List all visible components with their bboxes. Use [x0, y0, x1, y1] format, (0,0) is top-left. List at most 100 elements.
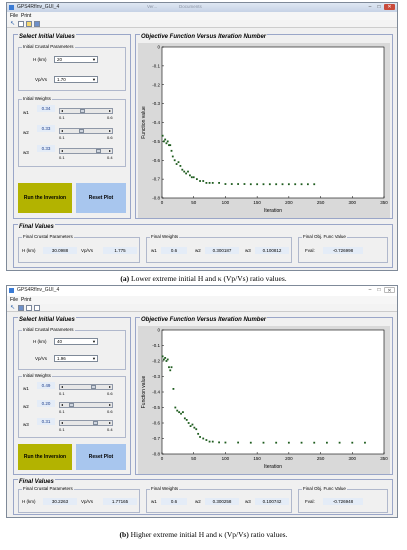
data-point — [313, 183, 316, 186]
slider-thumb[interactable] — [96, 149, 101, 153]
save-icon[interactable] — [34, 21, 40, 27]
matlab-app-icon — [9, 288, 14, 293]
taskbar-tab[interactable]: Ver... — [147, 4, 157, 9]
chevron-down-icon: ▼ — [92, 339, 96, 344]
arrow-left-icon[interactable]: ◂ — [61, 128, 63, 134]
vpvs-dropdown[interactable]: 1.70 ▼ — [54, 76, 98, 83]
data-point — [306, 183, 309, 186]
arrow-right-icon[interactable]: ▸ — [109, 384, 111, 390]
menu-file[interactable]: File — [10, 297, 18, 303]
minimize-button[interactable]: – — [366, 287, 374, 293]
reset-plot-button[interactable]: Reset Plot — [76, 444, 126, 470]
slider-thumb[interactable] — [80, 109, 85, 113]
h-dropdown[interactable]: 20 ▼ — [54, 56, 98, 63]
w1-slider[interactable]: ◂ ▸ — [59, 384, 113, 390]
w2-max: 0.6 — [107, 135, 113, 140]
slider-thumb[interactable] — [93, 421, 98, 425]
vpvs-dropdown[interactable]: 1.96 ▼ — [54, 355, 98, 362]
caption-b: (b) Higher extreme initial H and κ (Vp/V… — [0, 530, 407, 539]
close-button[interactable]: ✕ — [384, 287, 395, 294]
menu-print[interactable]: Print — [21, 297, 31, 303]
h-dropdown[interactable]: 40 ▼ — [54, 338, 98, 345]
arrow-left-icon[interactable]: ◂ — [61, 148, 63, 154]
pointer-tool-icon[interactable]: ↖ — [10, 21, 16, 27]
vpvs-label: Vp/Vs — [35, 356, 48, 361]
w2-slider[interactable]: ◂ ▸ — [59, 128, 113, 134]
reset-plot-button[interactable]: Reset Plot — [76, 183, 126, 213]
data-point — [287, 441, 290, 444]
y-tick-label: -0.5 — [152, 405, 160, 410]
final-weights-group: Final Weights w1 0.6 w2 0.300258 w3 0.10… — [146, 486, 292, 513]
final-weights-group: Final Weights w1 0.6 w2 0.300187 w3 0.10… — [146, 234, 292, 263]
taskbar-tab[interactable]: Documents — [179, 4, 202, 9]
fval-label: Fval: — [305, 248, 315, 253]
x-tick-label: 150 — [253, 200, 261, 205]
copy-icon[interactable] — [34, 305, 40, 311]
data-point — [165, 360, 168, 362]
open-folder-icon[interactable] — [26, 21, 32, 27]
w2-min: 0.1 — [59, 409, 65, 414]
final-vpvs-value: 1.775 — [103, 247, 137, 254]
w1-value: 0.49 — [37, 382, 55, 389]
w2-label: w2 — [23, 404, 29, 409]
w1-slider[interactable]: ◂ ▸ — [59, 108, 113, 114]
slider-thumb[interactable] — [91, 385, 96, 389]
final-values-panel: Final Values Final Crustal Parameters H … — [13, 479, 393, 515]
arrow-right-icon[interactable]: ▸ — [109, 402, 111, 408]
h-label: H (km) — [33, 339, 47, 344]
new-file-icon[interactable] — [26, 305, 32, 311]
data-point — [275, 441, 278, 444]
final-h-value: 30.0988 — [43, 247, 77, 254]
arrow-left-icon[interactable]: ◂ — [61, 402, 63, 408]
w3-min: 0.1 — [59, 427, 65, 432]
w3-value: 0.31 — [37, 418, 55, 425]
y-tick-label: -0.7 — [152, 436, 160, 441]
group-title: Final Weights — [150, 234, 180, 239]
arrow-right-icon[interactable]: ▸ — [109, 420, 111, 426]
data-point — [169, 144, 172, 147]
maximize-button[interactable]: □ — [375, 4, 383, 10]
arrow-right-icon[interactable]: ▸ — [109, 128, 111, 134]
w3-slider[interactable]: ◂ ▸ — [59, 420, 113, 426]
y-tick-label: -0.1 — [152, 63, 160, 68]
final-values-panel: Final Values Final Crustal Parameters H … — [13, 224, 393, 268]
data-point — [185, 419, 188, 421]
data-point — [165, 142, 168, 145]
data-point — [338, 441, 341, 444]
data-point — [205, 439, 208, 441]
pointer-tool-icon[interactable]: ↖ — [10, 305, 16, 311]
data-point — [183, 170, 186, 173]
minimize-button[interactable]: – — [366, 4, 374, 10]
panel-title: Objective Function Versus Iteration Numb… — [140, 317, 268, 323]
data-point — [262, 183, 265, 186]
save-icon[interactable] — [18, 305, 24, 311]
arrow-left-icon[interactable]: ◂ — [61, 420, 63, 426]
final-vpvs-value: 1.77165 — [103, 498, 137, 505]
run-inversion-button[interactable]: Run the Inversion — [18, 183, 72, 213]
arrow-right-icon[interactable]: ▸ — [109, 108, 111, 114]
arrow-left-icon[interactable]: ◂ — [61, 108, 63, 114]
menu-file[interactable]: File — [10, 13, 18, 19]
menu-print[interactable]: Print — [21, 13, 31, 19]
y-tick-label: -0.4 — [152, 120, 160, 125]
data-point — [243, 183, 246, 185]
objective-function-chart: 0 50 100 150 200 250 300 3500-0.1-0.2-0.3-0.4-0… — [138, 326, 390, 474]
arrow-left-icon[interactable]: ◂ — [61, 384, 63, 390]
x-axis-label: Iteration — [264, 464, 282, 470]
data-point — [275, 183, 278, 186]
w3-slider[interactable]: ◂ ▸ — [59, 148, 113, 154]
slider-thumb[interactable] — [79, 129, 84, 133]
new-file-icon[interactable] — [18, 21, 24, 27]
w1-max: 0.6 — [107, 391, 113, 396]
x-tick-label: 300 — [349, 456, 357, 461]
data-point — [191, 423, 194, 426]
data-point — [230, 183, 233, 185]
slider-thumb[interactable] — [69, 403, 74, 407]
w2-slider[interactable]: ◂ ▸ — [59, 402, 113, 408]
arrow-right-icon[interactable]: ▸ — [109, 148, 111, 154]
close-button[interactable]: ✕ — [384, 4, 395, 10]
x-tick-label: 350 — [380, 456, 388, 461]
run-inversion-button[interactable]: Run the Inversion — [18, 444, 72, 470]
final-w1-label: w1 — [151, 248, 157, 253]
maximize-button[interactable]: □ — [375, 287, 383, 293]
